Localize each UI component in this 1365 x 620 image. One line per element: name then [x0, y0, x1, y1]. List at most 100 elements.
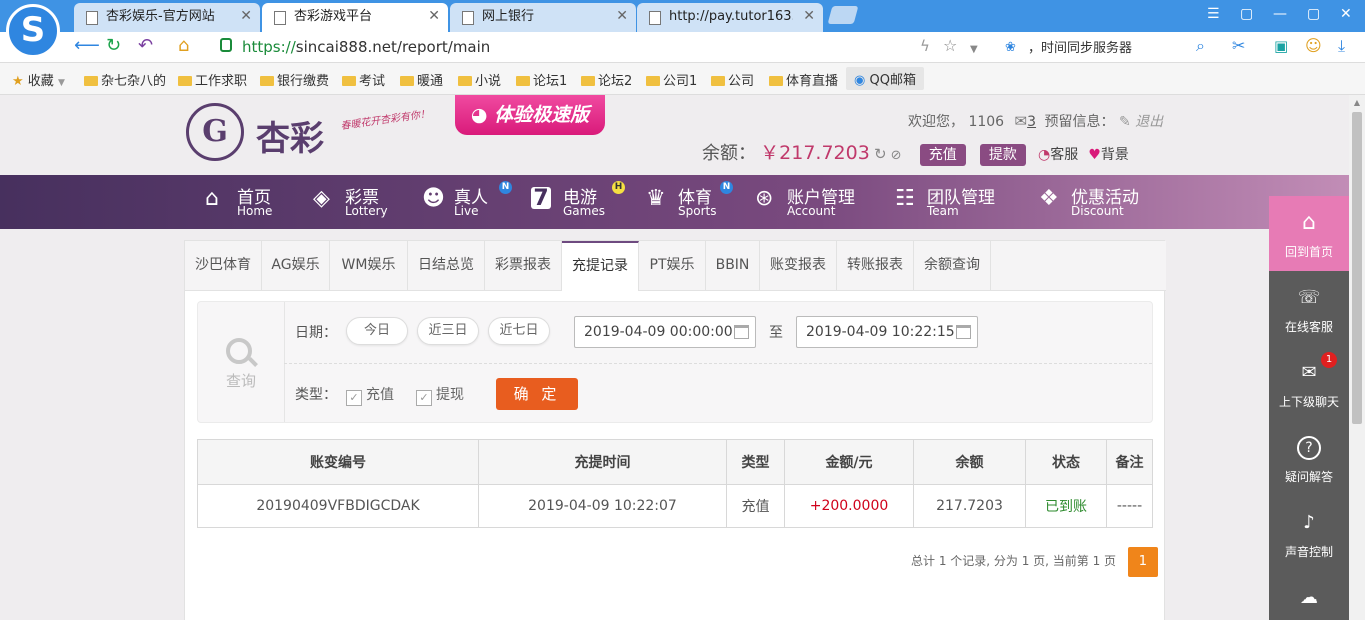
sidebar-faq[interactable]: ? 疑问解答 [1269, 421, 1349, 496]
site-logo[interactable]: G 杏彩 [186, 103, 336, 165]
undo-icon[interactable]: ↶ [138, 36, 153, 56]
bookmark-folder[interactable]: 体育直播 [769, 70, 838, 89]
tab-saba-sports[interactable]: 沙巴体育 [185, 241, 262, 290]
bookmark-folder[interactable]: 公司1 [646, 70, 697, 89]
today-button[interactable]: 今日 [346, 317, 408, 345]
back-icon[interactable]: ⟵ [74, 36, 100, 56]
download-icon[interactable]: ⤓ [1338, 36, 1345, 56]
confirm-button[interactable]: 确 定 [496, 378, 578, 410]
browser-logo-icon[interactable]: S [6, 4, 60, 58]
bookmark-folder[interactable]: 公司 [711, 70, 754, 89]
logo-emblem-icon: G [186, 103, 244, 161]
bookmark-folder[interactable]: 工作求职 [178, 70, 247, 89]
col-header: 账变编号 [197, 439, 479, 485]
query-icon-box: 查询 [198, 302, 285, 422]
emoji-icon[interactable]: ☺ [1305, 36, 1322, 56]
url-field[interactable]: https://sincai888.net/report/main [242, 36, 942, 58]
tab-ag[interactable]: AG娱乐 [262, 241, 330, 290]
calendar-icon[interactable] [734, 325, 749, 339]
folder-icon [84, 76, 98, 86]
menu-icon[interactable]: ☰ [1207, 6, 1220, 22]
close-icon[interactable]: ✕ [616, 3, 628, 30]
col-header: 状态 [1025, 439, 1107, 485]
start-date-value: 2019-04-09 00:00:00 [584, 324, 733, 340]
start-date-input[interactable]: 2019-04-09 00:00:00 [574, 316, 756, 348]
seven-days-button[interactable]: 近七日 [488, 317, 550, 345]
background-link[interactable]: ♥背景 [1088, 147, 1129, 163]
bookmark-folder[interactable]: 考试 [342, 70, 385, 89]
bookmark-qq-mail[interactable]: ◉ QQ邮箱 [846, 67, 924, 90]
hide-eye-icon[interactable]: ⊘ [891, 148, 902, 163]
new-tab-button[interactable] [827, 6, 859, 24]
hot-badge: H [612, 181, 625, 194]
url-scheme: https:// [242, 38, 296, 56]
star-icon[interactable]: ☆ [943, 36, 957, 56]
sidebar-sound-control[interactable]: ♪ 声音控制 [1269, 496, 1349, 571]
sync-server-text[interactable]: ，时间同步服务器 [1028, 37, 1132, 56]
scissors-icon[interactable]: ✂ [1232, 36, 1245, 56]
browser-tab[interactable]: 网上银行 ✕ [450, 3, 636, 32]
speed-version-button[interactable]: ◕ 体验极速版 [455, 95, 605, 135]
maximize-icon[interactable]: ▢ [1307, 6, 1320, 22]
mail-link[interactable]: ✉3 [1015, 112, 1037, 130]
folder-icon [458, 76, 472, 86]
three-days-button[interactable]: 近三日 [417, 317, 479, 345]
sidebar-app-download[interactable]: ☁ [1269, 571, 1349, 620]
paw-icon: ❀ [1005, 40, 1016, 55]
home-icon: ⌂ [205, 186, 219, 211]
skin-icon[interactable]: ▢ [1240, 6, 1253, 22]
folder-icon [711, 76, 725, 86]
browser-tab[interactable]: 杏彩娱乐-官方网站 ✕ [74, 3, 260, 32]
tab-transfer-report[interactable]: 转账报表 [837, 241, 914, 290]
folder-icon [646, 76, 660, 86]
withdraw-button[interactable]: 提款 [979, 144, 1026, 166]
type-withdraw-checkbox[interactable]: ✓ 提现 [416, 384, 464, 406]
tab-bbin[interactable]: BBIN [706, 241, 760, 290]
calendar-icon[interactable] [956, 325, 971, 339]
type-deposit-checkbox[interactable]: ✓ 充值 [346, 384, 394, 406]
page-button-current[interactable]: 1 [1127, 547, 1158, 577]
bookmark-folder[interactable]: 杂七杂八的 [84, 70, 166, 89]
tab-deposit-withdraw[interactable]: 充提记录 [562, 241, 639, 291]
edit-icon[interactable]: ✎ [1119, 114, 1131, 130]
close-icon[interactable]: ✕ [240, 3, 252, 30]
browser-tab-active[interactable]: 杏彩游戏平台 ✕ [262, 3, 448, 32]
tab-daily-overview[interactable]: 日结总览 [408, 241, 485, 290]
bookmark-folder[interactable]: 小说 [458, 70, 501, 89]
tab-account-change[interactable]: 账变报表 [760, 241, 837, 290]
scrollbar-thumb[interactable] [1352, 112, 1362, 424]
close-icon[interactable]: ✕ [428, 3, 440, 30]
window-close-icon[interactable]: ✕ [1340, 6, 1352, 22]
sidebar-chat[interactable]: ✉ 1 上下级聊天 [1269, 346, 1349, 421]
home-icon[interactable]: ⌂ [178, 36, 189, 56]
customer-service-link[interactable]: ◔客服 [1038, 147, 1078, 163]
refresh-icon[interactable]: ↻ [106, 36, 121, 56]
scroll-up-arrow-icon[interactable]: ▲ [1352, 98, 1362, 108]
close-icon[interactable]: ✕ [803, 3, 815, 30]
extension-icon[interactable]: ▣ [1274, 36, 1288, 56]
bookmark-folder[interactable]: 银行缴费 [260, 70, 329, 89]
bookmark-folder[interactable]: 暖通 [400, 70, 443, 89]
bookmark-favorites[interactable]: ★ 收藏 ▼ [12, 70, 65, 89]
tab-balance-query[interactable]: 余额查询 [914, 241, 991, 290]
end-date-input[interactable]: 2019-04-09 10:22:15 [796, 316, 978, 348]
sidebar-online-service[interactable]: ☏ 在线客服 [1269, 271, 1349, 346]
tab-wm[interactable]: WM娱乐 [330, 241, 408, 290]
query-panel: 查询 日期： 今日 近三日 近七日 2019-04-09 00:00:00 至 … [197, 301, 1153, 423]
logout-link[interactable]: 退出 [1135, 114, 1163, 130]
bookmark-folder[interactable]: 论坛2 [581, 70, 632, 89]
col-header: 余额 [913, 439, 1026, 485]
minimize-icon[interactable]: — [1273, 6, 1287, 22]
deposit-button[interactable]: 充值 [919, 144, 966, 166]
folder-icon [581, 76, 595, 86]
tab-lottery-report[interactable]: 彩票报表 [485, 241, 562, 290]
search-icon[interactable]: ⌕ [1196, 36, 1205, 56]
tab-pt[interactable]: PT娱乐 [639, 241, 706, 290]
sidebar-back-home[interactable]: ⌂ 回到首页 [1269, 196, 1349, 271]
lightning-icon[interactable]: ϟ [920, 36, 930, 56]
bookmark-folder[interactable]: 论坛1 [516, 70, 567, 89]
refresh-icon[interactable]: ↻ [874, 145, 887, 163]
browser-tab[interactable]: http://pay.tutor163.cor ✕ [637, 3, 823, 32]
chevron-down-icon[interactable]: ▼ [970, 40, 978, 60]
secure-shield-icon[interactable] [220, 38, 232, 52]
